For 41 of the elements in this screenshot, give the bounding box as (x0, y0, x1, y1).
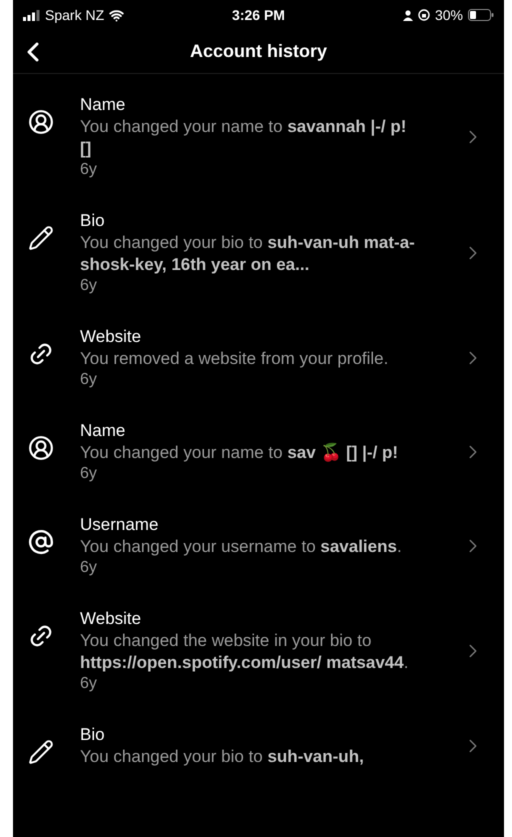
item-description: You changed your name to savannah |-/ p! [] (80, 116, 408, 160)
pencil-icon (28, 225, 54, 251)
item-description: You changed your name to sav 🍒 [] |-/ p! (80, 442, 400, 464)
item-time: 6y (80, 370, 98, 390)
at-sign-icon (28, 529, 54, 555)
item-time: 6y (80, 276, 98, 296)
item-time: 6y (80, 160, 98, 180)
clock-time: 3:26 PM (232, 6, 285, 24)
item-time: 6y (80, 464, 98, 484)
user-circle-icon (28, 109, 54, 135)
item-title: Bio (80, 210, 106, 232)
item-title: Username (80, 514, 160, 536)
item-title: Name (80, 94, 126, 116)
item-description: You changed your bio to suh-van-uh, (80, 746, 365, 768)
page-title: Account history (190, 40, 327, 63)
battery-percent: 30% (434, 6, 464, 24)
signal-icon (23, 10, 40, 20)
history-item[interactable]: Bio You changed your bio to suh-van-uh, (13, 724, 504, 768)
item-description: You removed a website from your profile. (80, 348, 390, 370)
history-item[interactable]: Name You changed your name to savannah |-/ p! [] 6y (13, 94, 504, 180)
pencil-icon (28, 739, 54, 765)
item-description: You changed your username to savaliens. (80, 536, 403, 558)
history-item[interactable]: Bio You changed your bio to suh-van-uh mat-a-shosk-key, 16th year on ea... 6y (13, 210, 504, 296)
wifi-icon (109, 8, 124, 22)
item-description: You changed the website in your bio to https://open.spotify.com/user/ matsav44. (80, 630, 410, 674)
user-circle-icon (28, 435, 54, 461)
history-item[interactable]: Website You changed the website in your bio to https://open.spotify.com/user/ matsav44. 6y (13, 608, 504, 694)
item-title: Website (80, 326, 142, 348)
rotation-lock-icon (418, 9, 430, 21)
item-time: 6y (80, 674, 98, 694)
history-item[interactable]: Name You changed your name to sav 🍒 [] |-/ p! 6y (13, 420, 504, 484)
item-title: Name (80, 420, 126, 442)
battery-icon (468, 9, 494, 21)
item-time: 6y (80, 558, 98, 578)
item-description: You changed your bio to suh-van-uh mat-a-shosk-key, 16th year on ea... (80, 232, 415, 276)
history-item[interactable]: Username You changed your username to savaliens. 6y (13, 514, 504, 578)
item-title: Website (80, 608, 142, 630)
person-icon (402, 10, 413, 20)
carrier-name: Spark NZ (45, 6, 104, 25)
item-title: Bio (80, 724, 106, 746)
history-item[interactable]: Website You removed a website from your profile. 6y (13, 326, 504, 390)
